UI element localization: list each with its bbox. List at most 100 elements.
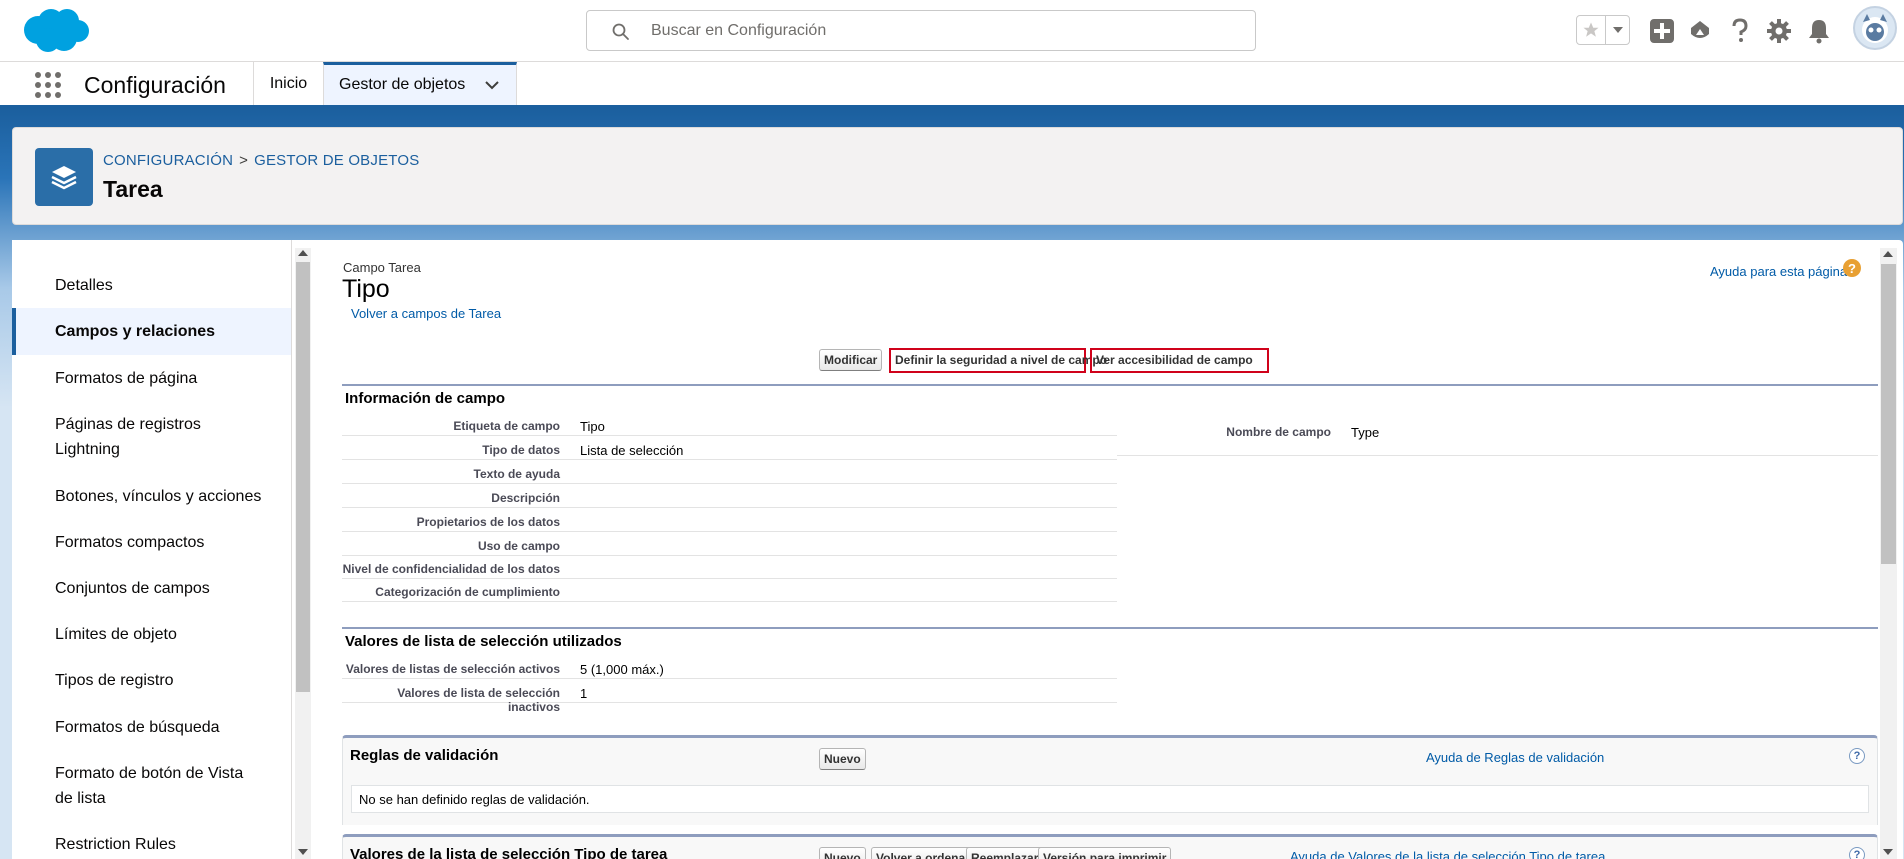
- field-label: Categorización de cumplimiento: [375, 585, 560, 599]
- user-avatar[interactable]: [1853, 6, 1897, 50]
- field-title: Tipo: [342, 275, 390, 303]
- favorites-star-icon[interactable]: [1577, 16, 1605, 44]
- sidebar-item-label: Páginas de registros Lightning: [55, 416, 201, 458]
- object-manager-icon: [35, 148, 93, 206]
- section-divider: [342, 384, 1878, 386]
- scroll-down-arrow-icon[interactable]: [298, 849, 308, 855]
- tab-gestor-de-objetos[interactable]: Gestor de objetos: [323, 62, 517, 105]
- field-value: Lista de selección: [580, 443, 684, 458]
- setup-search-box[interactable]: [586, 10, 1256, 51]
- main-card: Detalles Campos y relaciones Formatos de…: [12, 240, 1903, 859]
- field-value: 5 (1,000 máx.): [580, 662, 664, 677]
- favorites-dropdown-icon[interactable]: [1605, 16, 1629, 44]
- back-to-fields-link[interactable]: Volver a campos de Tarea: [351, 306, 501, 321]
- sidebar-item-campos-y-relaciones[interactable]: Campos y relaciones: [12, 308, 291, 355]
- edit-button[interactable]: Modificar: [819, 349, 883, 371]
- field-row: Nivel de confidencialidad de los datos: [342, 559, 1117, 579]
- sidebar-item-restriction-rules[interactable]: Restriction Rules: [12, 832, 291, 857]
- sidebar-item-label: Formatos compactos: [55, 534, 205, 551]
- field-row: Etiqueta de campo Tipo: [342, 416, 1117, 436]
- sidebar-item-label: Formato de botón de Vista de lista: [55, 765, 244, 807]
- field-label: Nombre de campo: [1226, 425, 1331, 439]
- validation-rules-help-link[interactable]: Ayuda de Reglas de validación: [1426, 750, 1604, 765]
- sidebar-item-label: Botones, vínculos y acciones: [55, 488, 262, 505]
- new-validation-rule-button[interactable]: Nuevo: [819, 748, 866, 770]
- sidebar-item-label: Campos y relaciones: [55, 323, 216, 340]
- sidebar-item-limites-de-objeto[interactable]: Límites de objeto: [12, 622, 291, 647]
- field-label: Texto de ayuda: [473, 467, 560, 481]
- field-label: Descripción: [491, 491, 560, 505]
- field-row: Texto de ayuda: [342, 464, 1117, 484]
- breadcrumb-separator: >: [239, 152, 249, 169]
- sidebar-item-label: Formatos de página: [55, 370, 198, 387]
- notifications-bell-icon[interactable]: [1805, 17, 1833, 45]
- validation-rules-empty-message: No se han definido reglas de validación.: [351, 785, 1869, 813]
- tab-inicio[interactable]: Inicio: [253, 62, 323, 105]
- sidebar-item-botones-vinculos-acciones[interactable]: Botones, vínculos y acciones: [12, 484, 291, 509]
- sidebar-item-detalles[interactable]: Detalles: [12, 273, 291, 298]
- sidebar-item-label: Límites de objeto: [55, 626, 177, 643]
- view-field-accessibility-button[interactable]: Ver accesibilidad de campo: [1092, 350, 1257, 372]
- tab-label: Inicio: [269, 74, 308, 92]
- scrollbar-thumb[interactable]: [1881, 264, 1896, 564]
- picklist-values-section: Valores de la lista de selección Tipo de…: [342, 834, 1878, 859]
- field-label: Nivel de confidencialidad de los datos: [342, 562, 560, 576]
- scrollbar-thumb[interactable]: [296, 262, 310, 692]
- field-info-title: Información de campo: [345, 390, 506, 407]
- field-row: Uso de campo: [342, 536, 1117, 556]
- validation-rules-section: Reglas de validación Nuevo Ayuda de Regl…: [342, 735, 1878, 825]
- new-picklist-value-button[interactable]: Nuevo: [819, 847, 866, 859]
- printable-view-button[interactable]: Versión para imprimir: [1038, 847, 1172, 859]
- salesforce-cloud-logo[interactable]: [18, 4, 92, 56]
- sidebar-item-tipos-de-registro[interactable]: Tipos de registro: [12, 668, 291, 693]
- sidebar-item-conjuntos-de-campos[interactable]: Conjuntos de campos: [12, 576, 291, 601]
- page-subtitle: Campo Tarea: [343, 260, 421, 275]
- field-row-api-name: Nombre de campo Type: [1117, 416, 1878, 456]
- field-row: Descripción: [342, 488, 1117, 508]
- sidebar-item-label: Formatos de búsqueda: [55, 719, 220, 736]
- help-question-icon[interactable]: ?: [1843, 259, 1861, 277]
- app-launcher-icon[interactable]: [34, 71, 62, 99]
- sidebar-item-formatos-de-busqueda[interactable]: Formatos de búsqueda: [12, 715, 291, 740]
- field-value: Type: [1351, 425, 1380, 440]
- content-scrollbar[interactable]: [1880, 248, 1897, 859]
- global-actions-add-icon[interactable]: [1648, 17, 1676, 45]
- field-label: Propietarios de los datos: [416, 515, 560, 529]
- page-title: Tarea: [103, 176, 163, 202]
- sidebar-item-formatos-compactos[interactable]: Formatos compactos: [12, 530, 291, 555]
- replace-button[interactable]: Reemplazar: [966, 847, 1044, 859]
- help-question-icon[interactable]: ?: [1849, 847, 1865, 859]
- sidebar-item-paginas-lightning[interactable]: Páginas de registros Lightning: [12, 412, 291, 462]
- scroll-up-arrow-icon[interactable]: [298, 250, 308, 256]
- global-header: [0, 0, 1904, 62]
- scroll-up-arrow-icon[interactable]: [1883, 251, 1893, 257]
- field-row: Tipo de datos Lista de selección: [342, 440, 1117, 460]
- help-question-icon[interactable]: ?: [1849, 748, 1865, 764]
- sidebar-item-formato-boton-vista-lista[interactable]: Formato de botón de Vista de lista: [12, 761, 291, 811]
- setup-gear-icon[interactable]: [1765, 17, 1793, 45]
- sidebar-scrollbar[interactable]: [295, 248, 311, 859]
- field-label: Etiqueta de campo: [453, 419, 560, 433]
- scroll-down-arrow-icon[interactable]: [1883, 849, 1893, 855]
- help-icon[interactable]: [1726, 17, 1754, 45]
- reorder-button[interactable]: Volver a ordenar: [871, 847, 975, 859]
- field-row: Categorización de cumplimiento: [342, 582, 1117, 602]
- field-detail-content: Campo Tarea Tipo Volver a campos de Tare…: [330, 240, 1880, 859]
- breadcrumb-gestor-de-objetos[interactable]: GESTOR DE OBJETOS: [254, 152, 419, 169]
- breadcrumb-configuracion[interactable]: CONFIGURACIÓN: [103, 152, 233, 169]
- page-help-link[interactable]: Ayuda para esta página: [1710, 264, 1847, 279]
- field-label: Uso de campo: [477, 539, 560, 553]
- field-level-security-button[interactable]: Definir la seguridad a nivel de campo: [891, 350, 1111, 372]
- sidebar-item-label: Conjuntos de campos: [55, 580, 210, 597]
- chevron-down-icon[interactable]: [484, 78, 500, 96]
- picklist-values-help-link[interactable]: Ayuda de Valores de la lista de selecció…: [1290, 849, 1605, 859]
- tab-label: Gestor de objetos: [339, 76, 466, 93]
- sidebar-item-label: Detalles: [55, 277, 113, 294]
- search-input[interactable]: [651, 19, 1231, 43]
- field-row: Valores de listas de selección activos 5 …: [342, 659, 1117, 679]
- field-label: Valores de lista de selección inactivos: [397, 686, 560, 714]
- picklist-usage-title: Valores de lista de selección utilizados: [345, 633, 622, 650]
- sidebar-item-formatos-de-pagina[interactable]: Formatos de página: [12, 366, 291, 391]
- object-header: CONFIGURACIÓN > GESTOR DE OBJETOS Tarea: [12, 127, 1903, 225]
- trailhead-icon[interactable]: [1686, 17, 1714, 45]
